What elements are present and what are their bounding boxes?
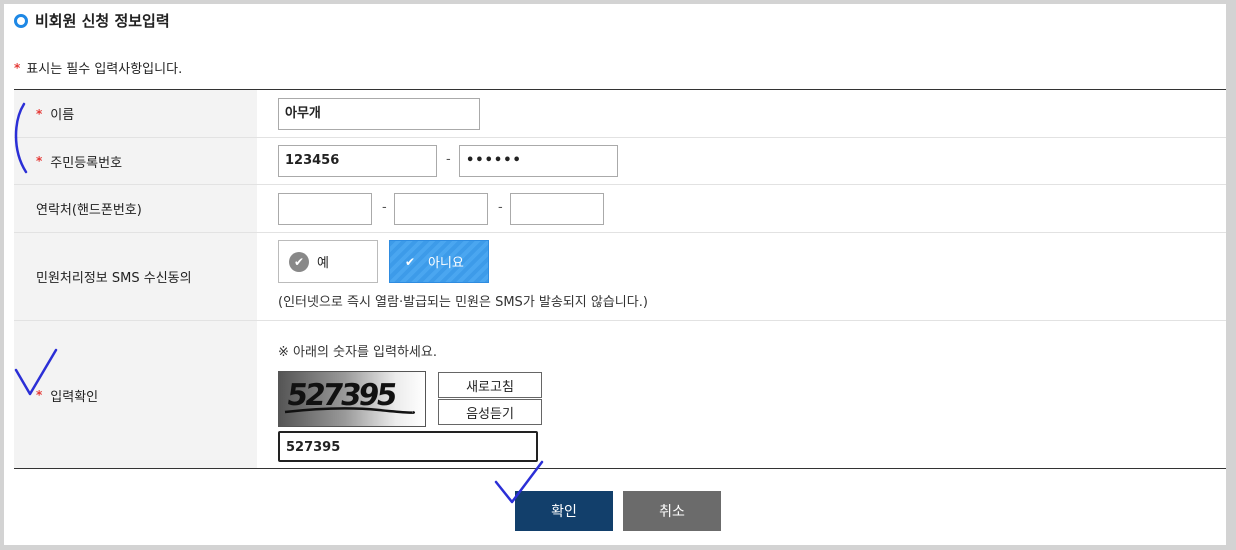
label-cell-captcha: * 입력확인 xyxy=(14,321,257,469)
label-cell-rrn: * 주민등록번호 xyxy=(14,138,257,184)
phone-separator-2: - xyxy=(498,200,503,215)
label-cell-phone: 연락처(핸드폰번호) xyxy=(14,185,257,232)
captcha-instruction: ※ 아래의 숫자를 입력하세요. xyxy=(278,345,437,360)
required-star-icon: * xyxy=(36,388,43,402)
page-title: 비회원 신청 정보입력 xyxy=(14,10,170,31)
name-label: 이름 xyxy=(50,108,75,123)
row-name: * 이름 아무개 xyxy=(14,90,1226,138)
row-captcha: * 입력확인 ※ 아래의 숫자를 입력하세요. 527395 새로고침 음성듣기 … xyxy=(14,321,1226,469)
rrn-front-input[interactable]: 123456 xyxy=(278,145,437,177)
confirm-button[interactable]: 확인 xyxy=(515,491,613,531)
phone-part2-input[interactable] xyxy=(394,193,488,225)
sms-yes-radio[interactable]: ✔ 예 xyxy=(278,240,378,283)
sms-yes-label: 예 xyxy=(317,256,329,271)
sms-note: (인터넷으로 즉시 열람·발급되는 민원은 SMS가 발송되지 않습니다.) xyxy=(278,295,648,310)
required-star-icon: * xyxy=(36,154,43,168)
form-table: * 이름 아무개 * 주민등록번호 123456 - •••••• 연락처(핸드폰번… xyxy=(14,89,1226,469)
phone-part1-input[interactable] xyxy=(278,193,372,225)
row-sms: 민원처리정보 SMS 수신동의 ✔ 예 ✔ 아니요 (인터넷으로 즉시 열람·발… xyxy=(14,233,1226,321)
check-icon: ✔ xyxy=(404,254,416,269)
row-rrn: * 주민등록번호 123456 - •••••• xyxy=(14,138,1226,185)
captcha-label: 입력확인 xyxy=(50,389,99,405)
rrn-back-input[interactable]: •••••• xyxy=(459,145,618,177)
label-cell-name: * 이름 xyxy=(14,90,257,137)
label-cell-sms: 민원처리정보 SMS 수신동의 xyxy=(14,233,257,320)
name-input[interactable]: 아무개 xyxy=(278,98,480,130)
captcha-refresh-button[interactable]: 새로고침 xyxy=(438,372,542,398)
captcha-image: 527395 xyxy=(278,371,426,427)
captcha-input[interactable]: 527395 xyxy=(278,431,538,462)
phone-part3-input[interactable] xyxy=(510,193,604,225)
required-star-icon: * xyxy=(14,60,21,75)
check-circle-icon: ✔ xyxy=(289,251,309,272)
circle-bullet-icon xyxy=(14,13,28,28)
captcha-noise-line xyxy=(284,407,416,414)
form-bottom-divider xyxy=(14,468,1226,469)
phone-label: 연락처(핸드폰번호) xyxy=(36,203,142,218)
phone-separator-1: - xyxy=(382,200,387,215)
rrn-separator: - xyxy=(446,152,451,167)
page-title-text: 비회원 신청 정보입력 xyxy=(35,12,170,30)
captcha-audio-button[interactable]: 음성듣기 xyxy=(438,399,542,425)
rrn-label: 주민등록번호 xyxy=(50,155,123,171)
required-note: * 표시는 필수 입력사항입니다. xyxy=(14,58,183,78)
required-star-icon: * xyxy=(36,106,43,121)
required-note-text: 표시는 필수 입력사항입니다. xyxy=(26,62,183,77)
sms-no-label: 아니요 xyxy=(428,256,464,271)
row-phone: 연락처(핸드폰번호) - - xyxy=(14,185,1226,233)
sms-no-radio[interactable]: ✔ 아니요 xyxy=(389,240,489,283)
sms-label: 민원처리정보 SMS 수신동의 xyxy=(36,271,192,286)
cancel-button[interactable]: 취소 xyxy=(623,491,721,531)
